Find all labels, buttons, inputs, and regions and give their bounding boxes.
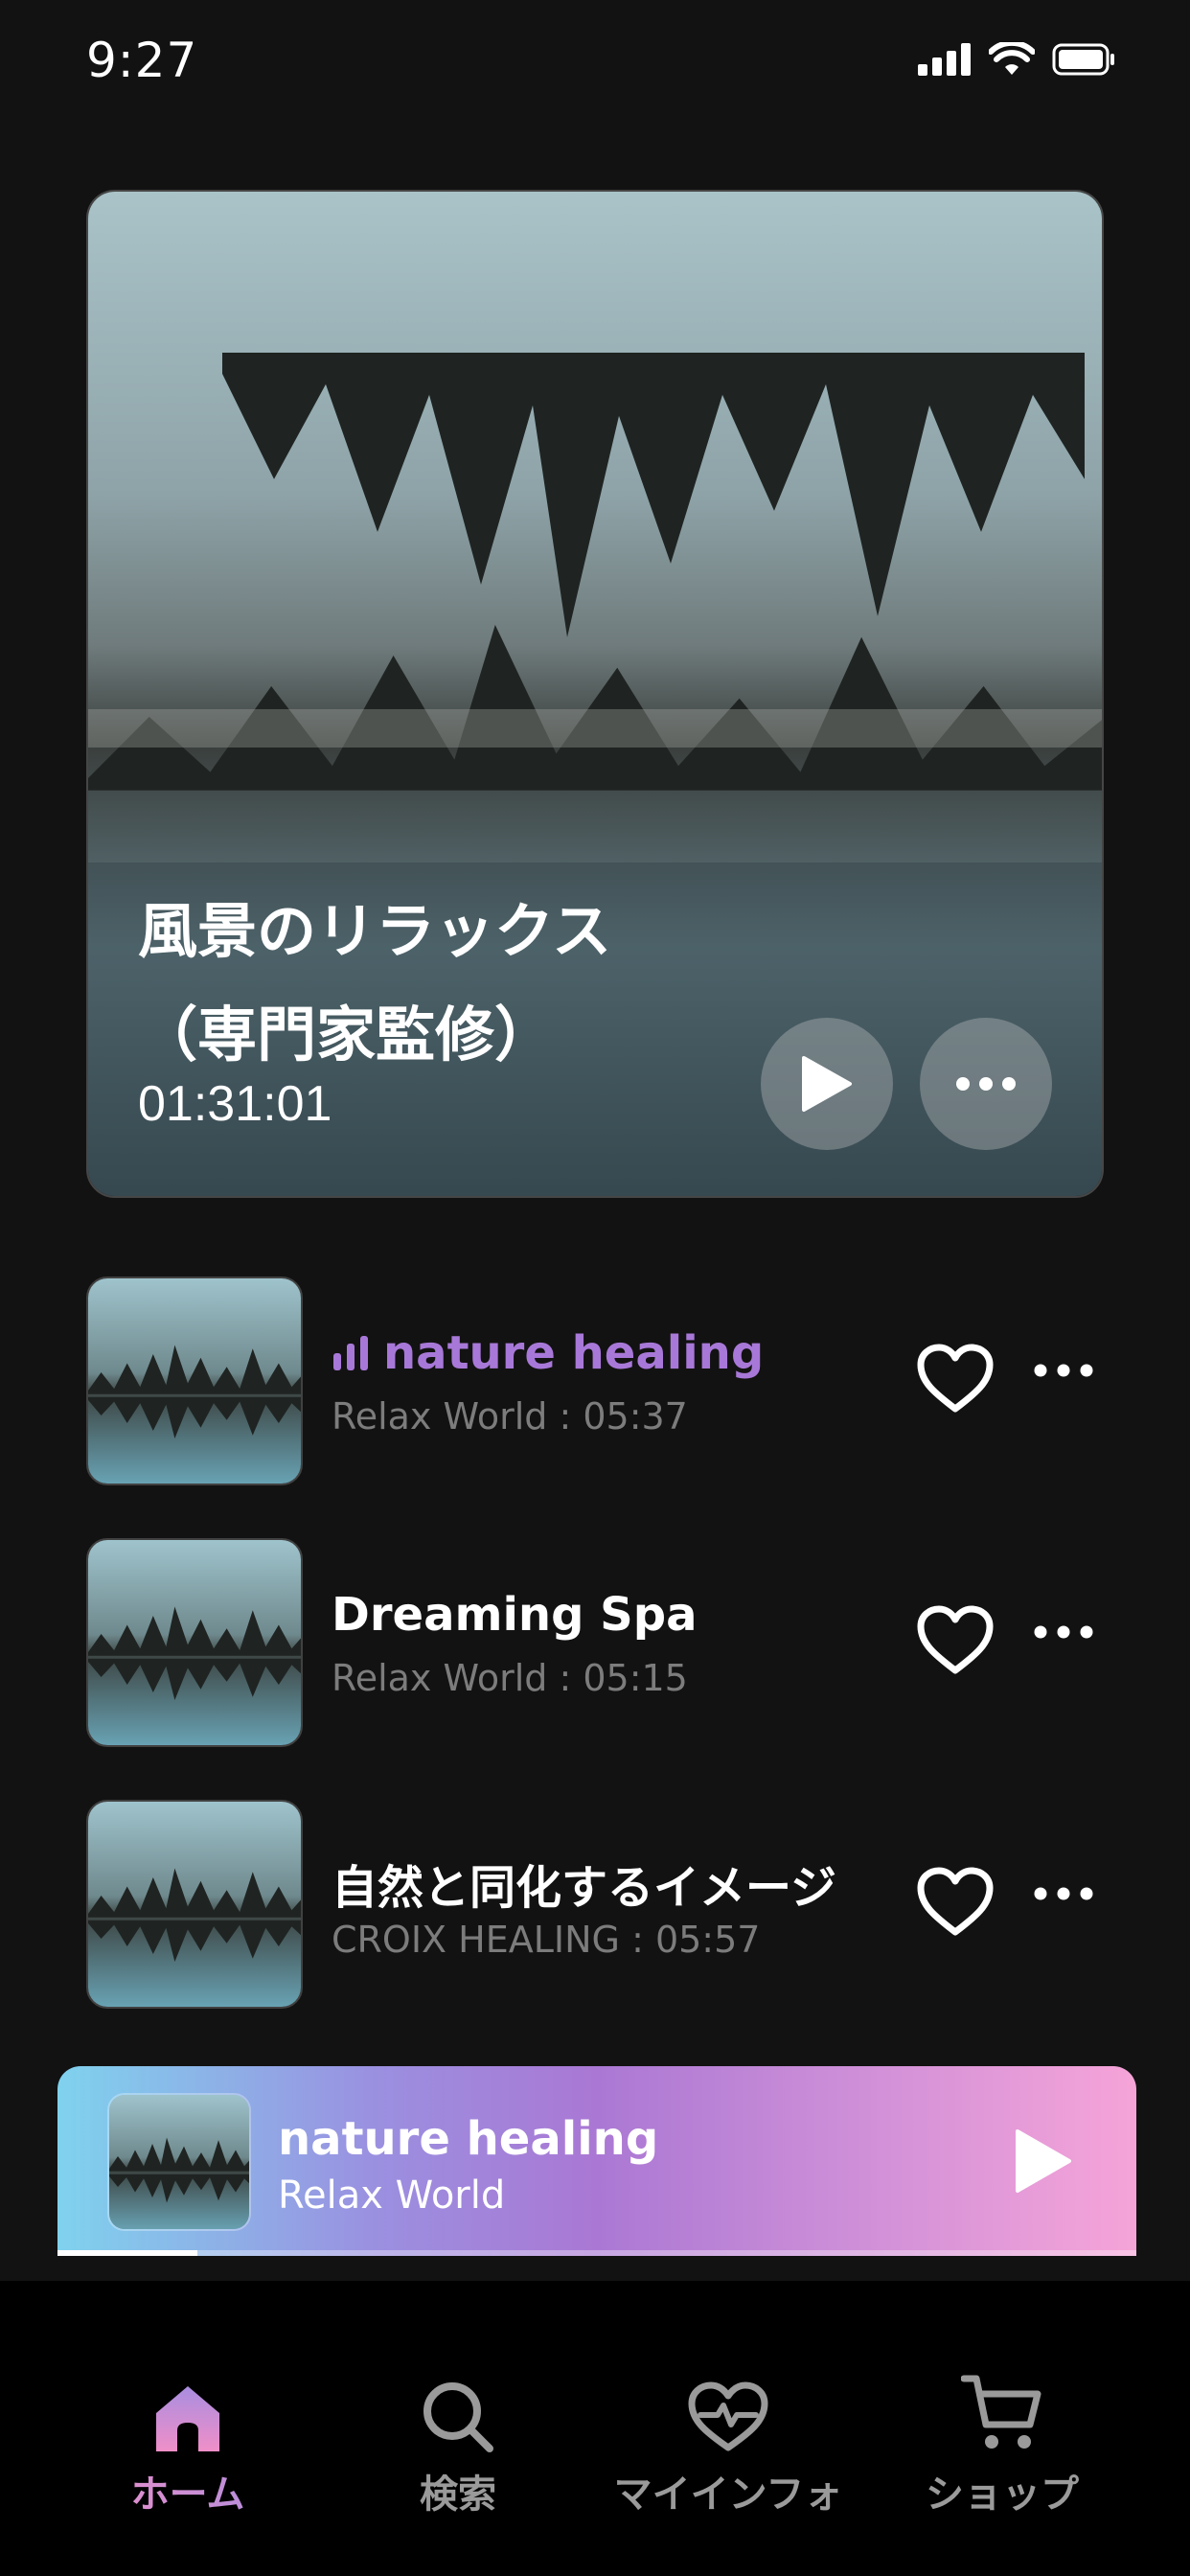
featured-play-button[interactable]: [761, 1018, 893, 1150]
tab-my-info[interactable]: マイインフォ: [604, 2358, 853, 2518]
status-bar: 9:27: [0, 0, 1190, 125]
track-thumbnail: [86, 1276, 303, 1485]
tab-home[interactable]: ホーム: [63, 2358, 312, 2518]
track-subtitle: Relax World : 05:37: [332, 1395, 688, 1438]
mini-player-title: nature healing: [278, 2112, 659, 2166]
heart-icon[interactable]: [916, 1867, 995, 1938]
tab-label: 検索: [420, 2472, 496, 2517]
status-time: 9:27: [86, 33, 198, 88]
track-row[interactable]: nature healing Relax World : 05:37: [86, 1276, 1111, 1487]
featured-duration: 01:31:01: [138, 1076, 332, 1132]
battery-icon: [1052, 43, 1114, 76]
cart-icon: [961, 2375, 1041, 2449]
status-icons: [918, 42, 1115, 77]
featured-title: 風景のリラックス （専門家監修）: [138, 896, 612, 1070]
track-title: Dreaming Spa: [332, 1588, 698, 1642]
mini-player-progress-fill: [57, 2250, 198, 2256]
tab-label: ショップ: [926, 2472, 1079, 2517]
mini-player[interactable]: nature healing Relax World: [57, 2066, 1136, 2256]
tab-bar: ホーム 検索 マイインフォ ショップ: [0, 2281, 1190, 2576]
cellular-signal-icon: [918, 43, 971, 76]
now-playing-icon: [333, 1336, 368, 1370]
track-subtitle: CROIX HEALING : 05:57: [332, 1919, 761, 1961]
tab-search[interactable]: 検索: [333, 2358, 583, 2518]
heart-pulse-icon: [688, 2381, 768, 2451]
featured-card[interactable]: 風景のリラックス （専門家監修） 01:31:01: [86, 190, 1104, 1198]
mini-player-progress[interactable]: [57, 2250, 1136, 2256]
track-row[interactable]: 自然と同化するイメージ CROIX HEALING : 05:57: [86, 1800, 1111, 2011]
play-icon[interactable]: [1012, 2128, 1073, 2195]
more-icon[interactable]: [1033, 1363, 1094, 1378]
more-icon[interactable]: [1033, 1624, 1094, 1640]
wifi-icon: [989, 42, 1035, 75]
more-icon: [956, 1077, 1016, 1091]
tab-shop[interactable]: ショップ: [878, 2358, 1127, 2518]
track-row[interactable]: Dreaming Spa Relax World : 05:15: [86, 1538, 1111, 1749]
track-title: 自然と同化するイメージ: [332, 1861, 837, 1915]
track-subtitle: Relax World : 05:15: [332, 1657, 688, 1699]
mini-player-thumbnail: [107, 2093, 251, 2231]
track-title: nature healing: [332, 1326, 764, 1380]
mini-player-artist: Relax World: [278, 2174, 506, 2218]
track-thumbnail: [86, 1538, 303, 1747]
featured-more-button[interactable]: [920, 1018, 1052, 1150]
home-icon: [156, 2386, 219, 2451]
play-icon: [802, 1056, 852, 1112]
more-icon[interactable]: [1033, 1886, 1094, 1901]
heart-icon[interactable]: [916, 1344, 995, 1414]
heart-icon[interactable]: [916, 1605, 995, 1676]
track-thumbnail: [86, 1800, 303, 2009]
tab-label: マイインフォ: [613, 2472, 843, 2517]
search-icon: [423, 2382, 493, 2452]
tab-label: ホーム: [63, 2463, 312, 2518]
